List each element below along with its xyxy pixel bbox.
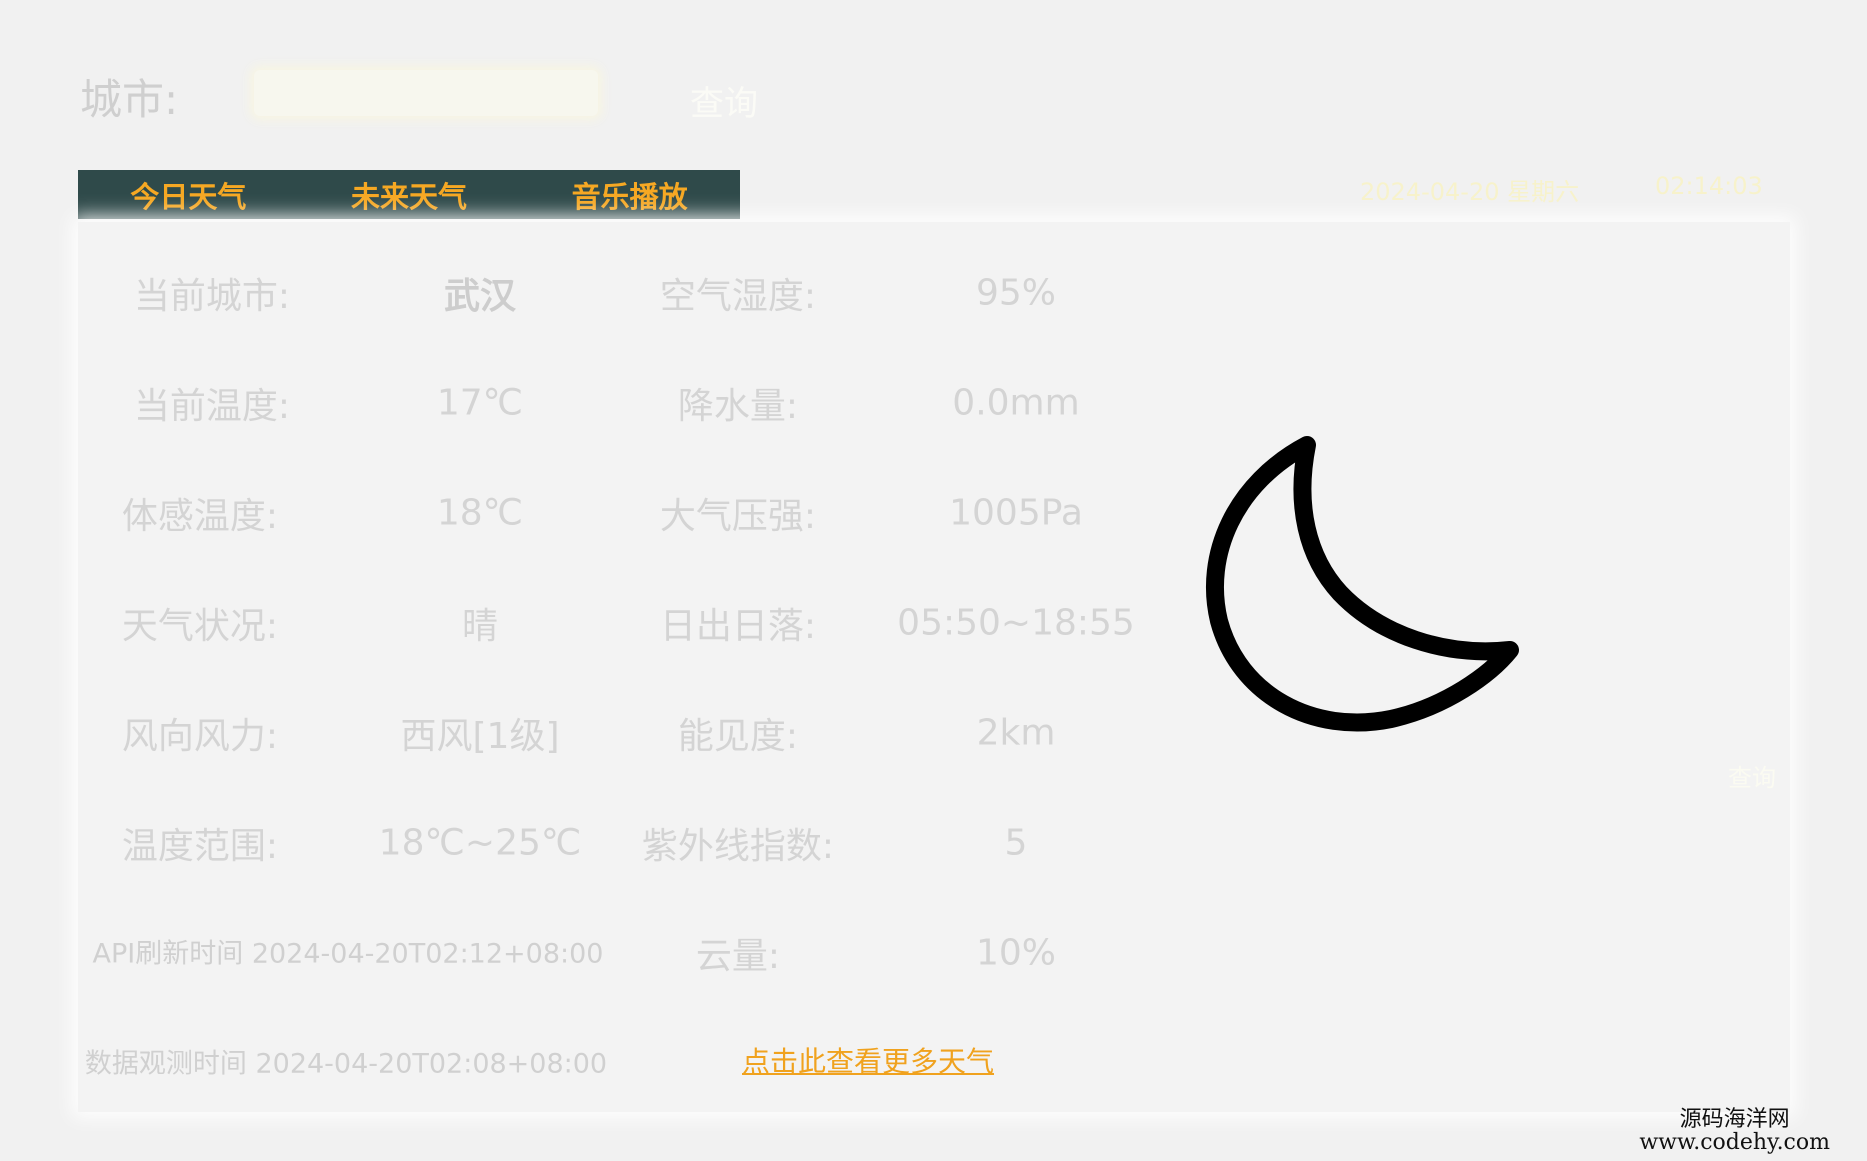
side-query-button[interactable]: 查询 bbox=[1728, 758, 1776, 793]
condition-value: 晴 bbox=[461, 606, 499, 647]
city-input[interactable] bbox=[254, 70, 598, 116]
date-text: 2024-04-20 星期六 bbox=[1360, 178, 1580, 206]
tab-bar: 今日天气 未来天气 音乐播放 bbox=[78, 170, 740, 219]
pressure-label: 大气压强: bbox=[659, 496, 817, 537]
sunrise-sunset-label: 日出日落: bbox=[659, 606, 817, 647]
watermark-line1: 源码海洋网 bbox=[1679, 1107, 1790, 1132]
cloud-label: 云量: bbox=[695, 936, 781, 977]
humidity-label: 空气湿度: bbox=[659, 276, 817, 317]
weather-panel bbox=[78, 222, 1790, 1112]
temp-range-value: 18℃~25℃ bbox=[378, 822, 582, 864]
uv-index-value: 5 bbox=[1004, 822, 1028, 864]
feels-like-value: 18℃ bbox=[436, 492, 524, 534]
wind-value: 西风[1级] bbox=[400, 716, 560, 757]
tab-future-weather[interactable]: 未来天气 bbox=[299, 170, 520, 219]
current-city-value: 武汉 bbox=[443, 276, 517, 317]
api-refresh-time: API刷新时间 2024-04-20T02:12+08:00 bbox=[92, 938, 604, 970]
precipitation-value: 0.0mm bbox=[952, 382, 1080, 424]
tab-music-play[interactable]: 音乐播放 bbox=[519, 170, 740, 219]
sunrise-sunset-value: 05:50~18:55 bbox=[897, 602, 1135, 644]
moon-icon bbox=[1206, 436, 1519, 732]
current-city-label: 当前城市: bbox=[133, 276, 291, 317]
condition-label: 天气状况: bbox=[121, 606, 279, 647]
visibility-label: 能见度: bbox=[677, 716, 799, 757]
observe-time: 数据观测时间 2024-04-20T02:08+08:00 bbox=[84, 1048, 608, 1080]
watermark: 源码海洋网 www.codehy.com bbox=[1639, 1108, 1830, 1154]
tab-today-weather[interactable]: 今日天气 bbox=[78, 170, 299, 219]
watermark-line2: www.codehy.com bbox=[1639, 1130, 1830, 1155]
pressure-value: 1005Pa bbox=[949, 492, 1083, 534]
current-temp-value: 17℃ bbox=[436, 382, 524, 424]
city-label: 城市: bbox=[80, 75, 179, 124]
temp-range-label: 温度范围: bbox=[121, 826, 279, 867]
time-text: 02:14:03 bbox=[1655, 172, 1763, 200]
feels-like-label: 体感温度: bbox=[121, 496, 279, 537]
cloud-value: 10% bbox=[975, 932, 1057, 974]
precipitation-label: 降水量: bbox=[677, 386, 799, 427]
current-temp-label: 当前温度: bbox=[133, 386, 291, 427]
uv-index-label: 紫外线指数: bbox=[641, 826, 835, 867]
wind-label: 风向风力: bbox=[121, 716, 279, 757]
more-weather-link[interactable]: 点击此查看更多天气 bbox=[742, 1040, 994, 1080]
visibility-value: 2km bbox=[976, 712, 1056, 754]
query-button[interactable]: 查询 bbox=[690, 76, 758, 125]
humidity-value: 95% bbox=[975, 272, 1057, 314]
